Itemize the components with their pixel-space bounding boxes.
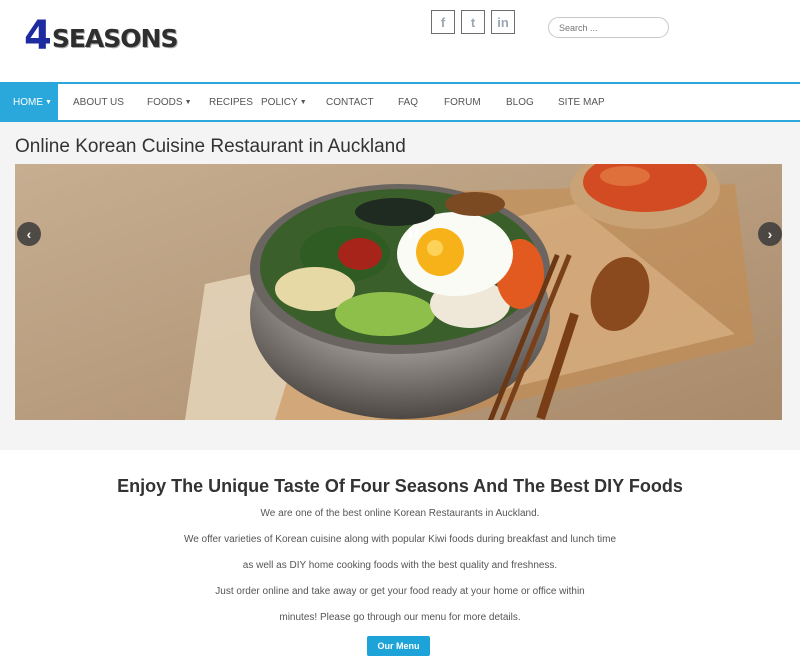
intro-line: minutes! Please go through our menu for … (279, 612, 521, 623)
nav-item-label: ABOUT US (73, 96, 124, 108)
nav-item-faq[interactable]: FAQ (398, 84, 444, 120)
search-input[interactable] (548, 17, 669, 38)
nav-item-blog[interactable]: BLOG (506, 84, 558, 120)
nav-item-about-us[interactable]: ABOUT US (58, 84, 132, 120)
intro-heading: Enjoy The Unique Taste Of Four Seasons A… (117, 476, 683, 496)
intro-line: Just order online and take away or get y… (215, 586, 585, 597)
caret-down-icon: ▼ (45, 98, 52, 106)
slider-next-button[interactable]: › (758, 222, 782, 246)
nav-item-recipes[interactable]: RECIPES (194, 84, 261, 120)
caret-down-icon: ▼ (299, 98, 307, 106)
site-header: 4 SEASONS f t in (0, 0, 800, 82)
caret-down-icon: ▼ (184, 98, 192, 106)
social-links: f t in (431, 10, 515, 34)
logo-number: 4 (24, 13, 52, 59)
nav-item-label: BLOG (506, 96, 534, 108)
nav-item-foods[interactable]: FOODS ▼ (132, 84, 194, 120)
hero-section: Online Korean Cuisine Restaurant in Auck… (0, 122, 800, 450)
nav-item-label: POLICY (261, 96, 298, 108)
hero-title: Online Korean Cuisine Restaurant in Auck… (15, 136, 406, 157)
slider-prev-button[interactable]: ‹ (17, 222, 41, 246)
nav-item-forum[interactable]: FORUM (444, 84, 506, 120)
logo-word: SEASONS (51, 24, 179, 53)
intro-line: We are one of the best online Korean Res… (260, 508, 540, 519)
nav-item-site-map[interactable]: SITE MAP (558, 84, 628, 120)
nav-item-label: SITE MAP (558, 96, 605, 108)
nav-item-label: FORUM (444, 96, 481, 108)
nav-item-label: CONTACT (326, 96, 374, 108)
hero-slider[interactable]: ‹ › (15, 164, 782, 420)
nav-item-label: FOODS (147, 96, 183, 108)
linkedin-icon[interactable]: in (491, 10, 515, 34)
nav-item-label: HOME (13, 96, 43, 108)
slider-pause-icon[interactable] (406, 226, 420, 240)
nav-item-contact[interactable]: CONTACT (326, 84, 398, 120)
intro-line: as well as DIY home cooking foods with t… (242, 560, 558, 571)
nav-item-label: FAQ (398, 96, 419, 108)
main-nav: HOME ▼ ABOUT US FOODS ▼ RECIPES POLICY ▼ CO… (0, 82, 800, 122)
facebook-icon[interactable]: f (431, 10, 455, 34)
our-menu-button[interactable]: Our Menu (367, 636, 430, 656)
nav-item-home[interactable]: HOME ▼ (0, 84, 58, 120)
bibimbap-photo (15, 164, 782, 420)
site-logo[interactable]: 4 SEASONS (24, 13, 179, 59)
twitter-icon[interactable]: t (461, 10, 485, 34)
intro-line: We offer varieties of Korean cuisine alo… (183, 534, 617, 545)
nav-item-policy[interactable]: POLICY ▼ (261, 84, 326, 120)
nav-item-label: RECIPES (209, 96, 253, 108)
